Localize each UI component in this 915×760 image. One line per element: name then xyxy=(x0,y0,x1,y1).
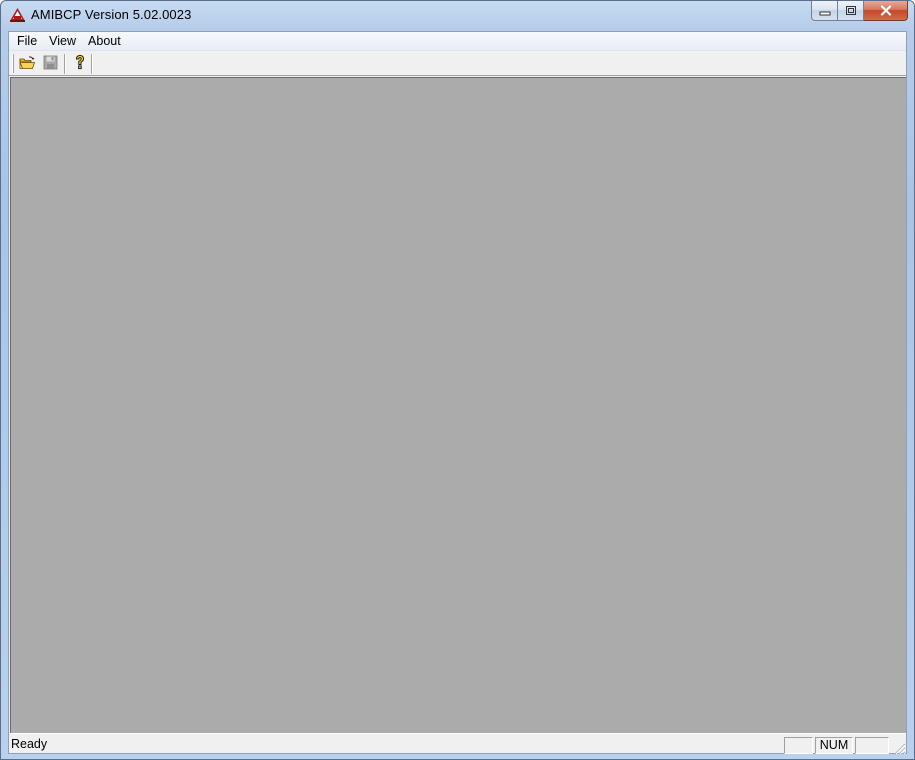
save-button[interactable] xyxy=(39,54,61,74)
menu-about[interactable]: About xyxy=(82,32,127,50)
minimize-button[interactable] xyxy=(811,1,838,21)
resize-grip-icon[interactable] xyxy=(893,740,906,755)
open-button[interactable] xyxy=(16,54,38,74)
toolbar-separator xyxy=(91,54,93,74)
minimize-icon xyxy=(819,1,831,20)
toolbar-grip[interactable] xyxy=(12,54,14,73)
amibcp-logo-icon[interactable] xyxy=(9,7,26,23)
status-pane-scroll xyxy=(855,737,889,754)
open-folder-icon xyxy=(19,55,36,74)
title-bar[interactable]: AMIBCP Version 5.02.0023 xyxy=(1,1,914,30)
toolbar-separator xyxy=(64,54,66,74)
status-bar: Ready NUM xyxy=(9,733,906,755)
menu-view[interactable]: View xyxy=(43,32,82,50)
restore-button[interactable] xyxy=(838,1,864,21)
menu-bar: File View About xyxy=(9,32,906,51)
caption-buttons xyxy=(811,1,908,21)
window-title: AMIBCP Version 5.02.0023 xyxy=(31,7,192,22)
save-disk-icon xyxy=(43,55,58,74)
toolbar xyxy=(9,52,906,76)
status-pane-caps xyxy=(784,737,813,754)
close-button[interactable] xyxy=(864,1,908,21)
close-icon xyxy=(880,1,892,20)
help-button[interactable] xyxy=(69,54,91,74)
menu-file[interactable]: File xyxy=(11,32,43,50)
status-message: Ready xyxy=(11,737,48,751)
mdi-workspace[interactable] xyxy=(10,77,906,733)
help-question-icon xyxy=(73,54,87,75)
application-window: AMIBCP Version 5.02.0023 File View About… xyxy=(0,0,915,760)
restore-icon xyxy=(845,1,857,20)
status-pane-num: NUM xyxy=(815,737,853,754)
client-area: File View About Ready NUM xyxy=(8,31,907,755)
